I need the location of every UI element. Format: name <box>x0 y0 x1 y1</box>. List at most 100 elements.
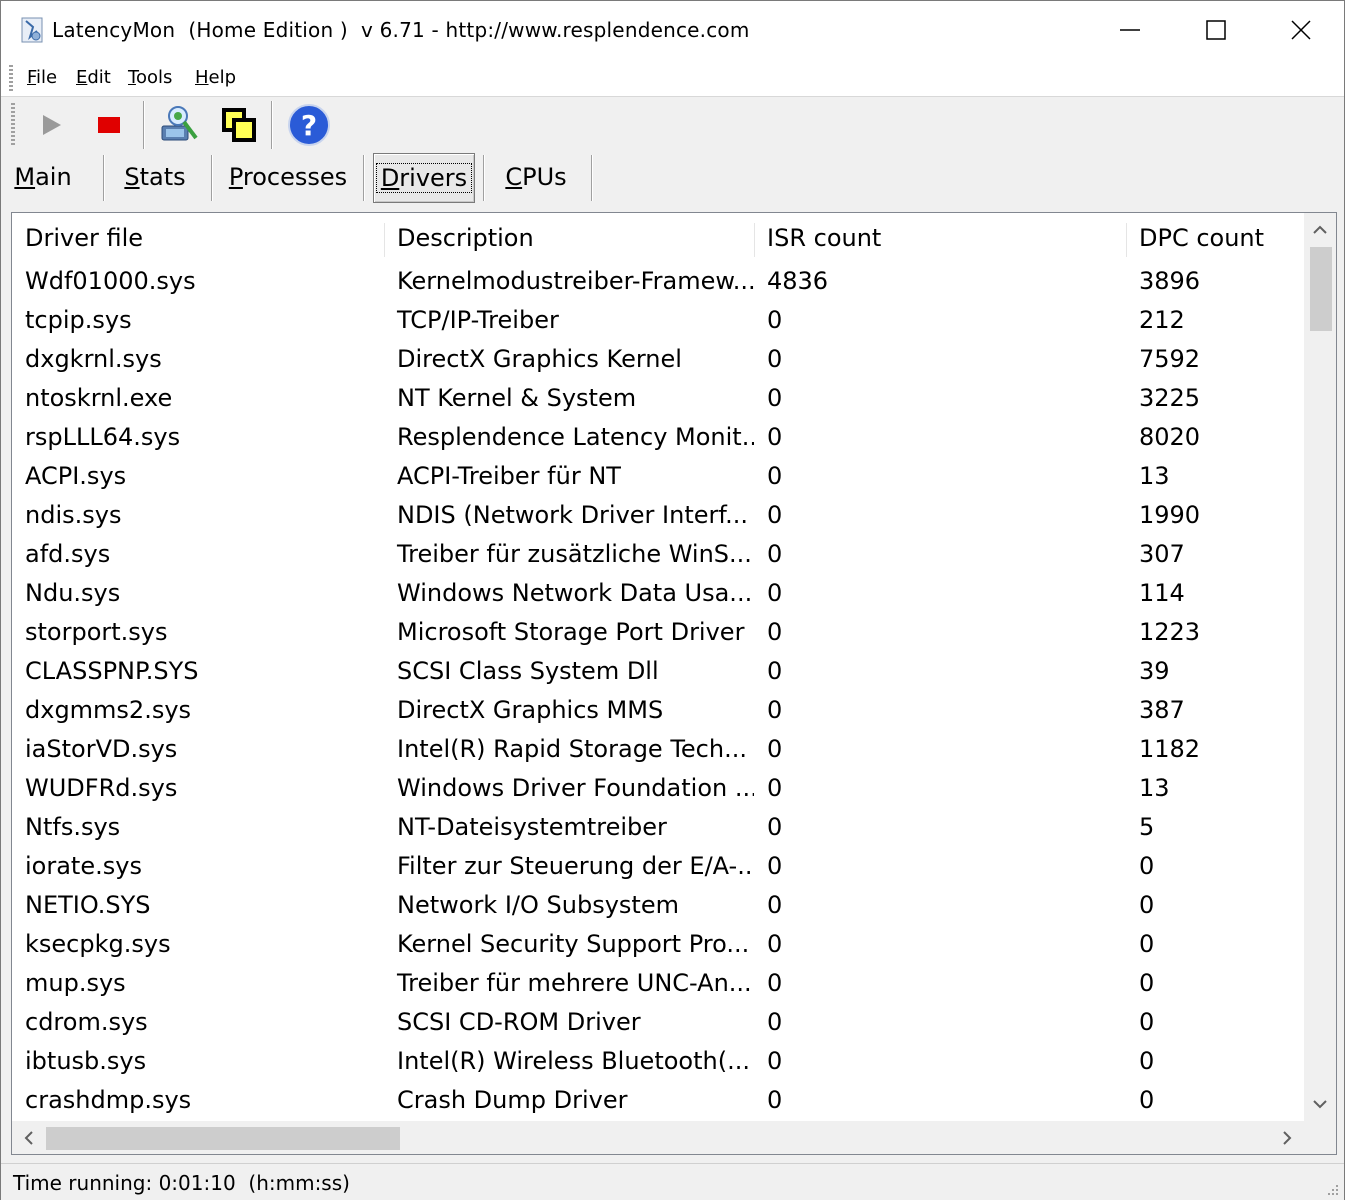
cell-dpc-count: 1182 <box>1139 735 1201 763</box>
table-row[interactable]: NETIO.SYS Network I/O Subsystem 0 0 <box>12 886 1304 925</box>
column-header-dpc-count[interactable]: DPC count <box>1126 213 1304 263</box>
stop-button[interactable] <box>87 103 131 147</box>
table-row[interactable]: crashdmp.sys Crash Dump Driver 0 0 <box>12 1081 1304 1120</box>
cell-dpc-count: 0 <box>1139 1086 1155 1114</box>
table-row[interactable]: dxgkrnl.sys DirectX Graphics Kernel 0 7592 <box>12 340 1304 379</box>
table-row[interactable]: Wdf01000.sys Kernelmodustreiber-Framew...… <box>12 262 1304 301</box>
table-row[interactable]: dxgmms2.sys DirectX Graphics MMS 0 387 <box>12 691 1304 730</box>
table-row[interactable]: storport.sys Microsoft Storage Port Drive… <box>12 613 1304 652</box>
tab-processes[interactable]: Processes <box>217 153 359 201</box>
table-row[interactable]: ndis.sys NDIS (Network Driver Interf... 0 1… <box>12 496 1304 535</box>
help-icon: ? <box>288 104 330 146</box>
minimize-icon <box>1120 29 1140 31</box>
table-row[interactable]: ACPI.sys ACPI-Treiber für NT 0 13 <box>12 457 1304 496</box>
svg-text:?: ? <box>301 109 317 142</box>
menu-tools[interactable]: Tools <box>128 66 172 90</box>
cell-description: Intel(R) Wireless Bluetooth(... <box>397 1047 750 1075</box>
cell-description: Kernel Security Support Pro... <box>397 930 750 958</box>
list-header: Driver file Description ISR count DPC co… <box>12 213 1304 263</box>
column-header-description[interactable]: Description <box>384 213 754 263</box>
cell-dpc-count: 1990 <box>1139 501 1201 529</box>
cell-description: Kernelmodustreiber-Framew... <box>397 267 754 295</box>
size-grip-icon[interactable] <box>1324 1181 1340 1197</box>
start-button[interactable] <box>29 103 73 147</box>
cpu-test-icon <box>161 106 198 141</box>
help-button[interactable]: ? <box>287 103 331 147</box>
tab-stats[interactable]: Stats <box>109 153 201 201</box>
cpu-test-button[interactable] <box>157 103 201 147</box>
minimize-button[interactable] <box>1087 1 1173 59</box>
tab-drivers[interactable]: Drivers <box>373 153 475 203</box>
cell-driver-file: ibtusb.sys <box>25 1047 147 1075</box>
tab-main[interactable]: Main <box>1 153 85 201</box>
cell-isr-count: 0 <box>767 501 783 529</box>
cell-description: Filter zur Steuerung der E/A-... <box>397 852 754 880</box>
cell-driver-file: CLASSPNP.SYS <box>25 657 199 685</box>
cell-isr-count: 0 <box>767 462 783 490</box>
app-icon <box>21 17 43 43</box>
chevron-down-icon <box>1313 1100 1327 1109</box>
scroll-up-button[interactable] <box>1304 213 1336 245</box>
table-row[interactable]: ntoskrnl.exe NT Kernel & System 0 3225 <box>12 379 1304 418</box>
tab-cpus[interactable]: CPUs <box>491 153 581 201</box>
column-header-driver-file[interactable]: Driver file <box>12 213 384 263</box>
cell-isr-count: 0 <box>767 384 783 412</box>
table-row[interactable]: Ntfs.sys NT-Dateisystemtreiber 0 5 <box>12 808 1304 847</box>
cell-driver-file: mup.sys <box>25 969 126 997</box>
cell-description: Intel(R) Rapid Storage Tech... <box>397 735 747 763</box>
table-row[interactable]: rspLLL64.sys Resplendence Latency Monit..… <box>12 418 1304 457</box>
drivers-list[interactable]: Driver file Description ISR count DPC co… <box>11 212 1337 1155</box>
cell-dpc-count: 5 <box>1139 813 1155 841</box>
table-row[interactable]: iaStorVD.sys Intel(R) Rapid Storage Tech.… <box>12 730 1304 769</box>
table-row[interactable]: ksecpkg.sys Kernel Security Support Pro..… <box>12 925 1304 964</box>
column-header-isr-count[interactable]: ISR count <box>754 213 1126 263</box>
cell-isr-count: 0 <box>767 618 783 646</box>
menu-grip[interactable] <box>9 65 13 91</box>
cell-dpc-count: 3896 <box>1139 267 1201 295</box>
cell-dpc-count: 0 <box>1139 1047 1155 1075</box>
table-row[interactable]: WUDFRd.sys Windows Driver Foundation ... 0… <box>12 769 1304 808</box>
table-row[interactable]: tcpip.sys TCP/IP-Treiber 0 212 <box>12 301 1304 340</box>
close-button[interactable] <box>1258 1 1344 59</box>
toolbar-grip[interactable] <box>11 103 15 147</box>
scroll-down-button[interactable] <box>1304 1089 1336 1121</box>
table-row[interactable]: mup.sys Treiber für mehrere UNC-An... 0 0 <box>12 964 1304 1003</box>
cell-dpc-count: 8020 <box>1139 423 1201 451</box>
cell-driver-file: crashdmp.sys <box>25 1086 192 1114</box>
table-row[interactable]: ibtusb.sys Intel(R) Wireless Bluetooth(..… <box>12 1042 1304 1081</box>
cell-description: SCSI CD-ROM Driver <box>397 1008 641 1036</box>
list-rows: Wdf01000.sys Kernelmodustreiber-Framew...… <box>12 262 1304 1120</box>
cell-isr-count: 0 <box>767 774 783 802</box>
cell-driver-file: dxgkrnl.sys <box>25 345 162 373</box>
toolbar: ? <box>1 97 1344 153</box>
scroll-right-button[interactable] <box>1272 1121 1304 1154</box>
cell-description: SCSI Class System Dll <box>397 657 659 685</box>
table-row[interactable]: Ndu.sys Windows Network Data Usa... 0 114 <box>12 574 1304 613</box>
cell-isr-count: 0 <box>767 930 783 958</box>
vertical-scrollbar[interactable] <box>1304 213 1336 1121</box>
horizontal-scroll-thumb[interactable] <box>46 1127 400 1150</box>
table-row[interactable]: iorate.sys Filter zur Steuerung der E/A-.… <box>12 847 1304 886</box>
chevron-left-icon <box>24 1130 33 1145</box>
cell-description: NT Kernel & System <box>397 384 637 412</box>
menu-file[interactable]: File <box>27 66 57 90</box>
table-row[interactable]: afd.sys Treiber für zusätzliche WinS... 0 3… <box>12 535 1304 574</box>
cell-isr-count: 0 <box>767 1047 783 1075</box>
table-row[interactable]: CLASSPNP.SYS SCSI Class System Dll 0 39 <box>12 652 1304 691</box>
title-bar[interactable]: LatencyMon (Home Edition ) v 6.71 - http… <box>1 1 1344 59</box>
scroll-left-button[interactable] <box>12 1121 44 1154</box>
menu-edit[interactable]: Edit <box>76 66 111 90</box>
horizontal-scrollbar[interactable] <box>12 1121 1304 1154</box>
toolbar-separator <box>143 101 145 149</box>
windows-button[interactable] <box>217 103 261 147</box>
menu-help[interactable]: Help <box>195 66 236 90</box>
maximize-button[interactable] <box>1173 1 1259 59</box>
cell-driver-file: afd.sys <box>25 540 111 568</box>
cell-driver-file: WUDFRd.sys <box>25 774 178 802</box>
maximize-icon <box>1206 20 1226 40</box>
tab-bar: Main Stats Processes Drivers CPUs <box>1 153 1344 205</box>
vertical-scroll-thumb[interactable] <box>1310 247 1332 331</box>
stop-icon <box>98 117 120 133</box>
cell-driver-file: Ndu.sys <box>25 579 121 607</box>
table-row[interactable]: cdrom.sys SCSI CD-ROM Driver 0 0 <box>12 1003 1304 1042</box>
